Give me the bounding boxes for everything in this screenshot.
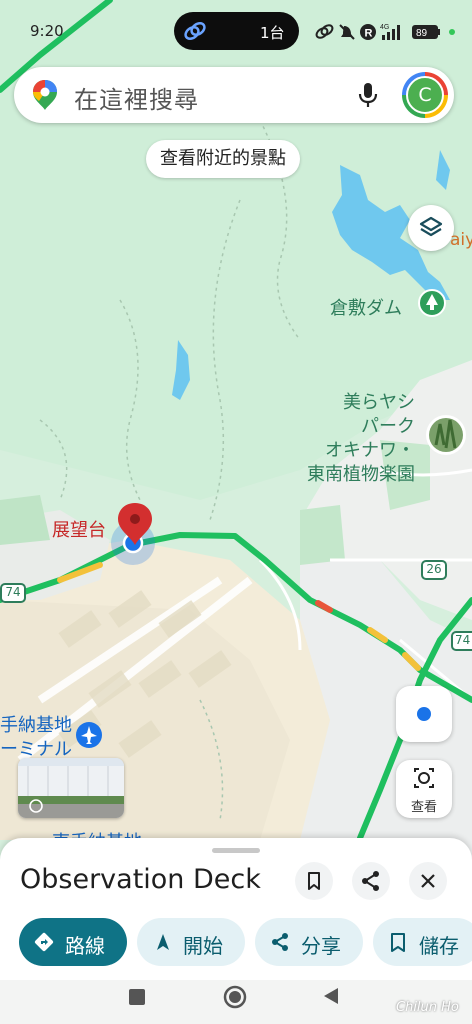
park-line-1: 美らヤシ: [343, 392, 415, 413]
mute-bell-icon: [339, 24, 355, 40]
account-avatar[interactable]: C: [402, 72, 448, 118]
status-time: 9:20: [30, 22, 64, 40]
park-line-2: パーク: [361, 416, 415, 437]
map-label-dam[interactable]: 倉敷ダム: [330, 294, 402, 320]
directions-icon: [34, 932, 54, 952]
nearby-attractions-chip[interactable]: 查看附近的景點: [146, 140, 300, 178]
mic-icon[interactable]: [357, 81, 379, 109]
navigation-arrow-icon: [157, 934, 169, 950]
my-location-icon: [417, 707, 431, 721]
route-shield-74-left: 74: [5, 585, 21, 599]
link-icon: [184, 22, 206, 40]
pin-label[interactable]: 展望台: [52, 516, 106, 542]
bookmark-icon: [308, 872, 320, 890]
save-icon-button[interactable]: [295, 862, 333, 900]
avatar-letter: C: [406, 76, 444, 114]
place-title: Observation Deck: [20, 864, 261, 895]
status-bar: 9:20 1台 R 4G 89: [0, 0, 472, 64]
watermark: Chilun Ho: [396, 1000, 459, 1015]
svg-text:89: 89: [416, 28, 428, 39]
share-icon: [272, 933, 288, 951]
share-icon: [362, 871, 379, 891]
map-label-cutoff: aiy: [450, 230, 472, 250]
lens-label: 查看: [410, 800, 437, 815]
recents-icon[interactable]: [126, 986, 148, 1008]
signal-icon: 4G: [380, 24, 400, 40]
start-button[interactable]: 開始: [137, 918, 245, 966]
map-label-airbase[interactable]: 手納基地 ーミナル: [0, 714, 72, 762]
share-label: 分享: [301, 934, 341, 958]
back-icon[interactable]: [320, 985, 342, 1007]
battery-icon: 89: [412, 25, 440, 39]
close-button[interactable]: [409, 862, 447, 900]
directions-label: 路線: [65, 934, 105, 958]
search-input[interactable]: 在這裡搜尋: [74, 80, 199, 115]
r-badge-icon: R: [360, 24, 376, 40]
svg-text:4G: 4G: [380, 24, 389, 31]
my-location-button[interactable]: [396, 686, 452, 742]
search-bar[interactable]: 在這裡搜尋 C: [14, 67, 454, 123]
street-view-thumbnail[interactable]: [18, 758, 124, 818]
share-button[interactable]: 分享: [255, 918, 363, 966]
camera-lens-icon: [414, 768, 434, 788]
route-shield-74-right: 74: [455, 633, 471, 647]
save-label: 儲存: [419, 934, 459, 958]
drag-handle[interactable]: [212, 848, 260, 853]
lens-button[interactable]: 查看: [396, 760, 452, 818]
dynamic-island[interactable]: 1台: [174, 12, 299, 50]
park-line-3: オキナワ・: [325, 440, 415, 461]
pill-text: 1台: [260, 24, 285, 42]
save-button[interactable]: 儲存: [373, 918, 472, 966]
share-icon-button[interactable]: [352, 862, 390, 900]
start-label: 開始: [183, 934, 223, 958]
map-label-park[interactable]: 美らヤシ パーク オキナワ・ 東南植物楽園: [280, 391, 415, 487]
svg-text:R: R: [365, 28, 373, 40]
park-line-4: 東南植物楽園: [307, 464, 415, 485]
link-status-icon: [315, 24, 334, 39]
street-view-image: [18, 758, 124, 818]
layers-button[interactable]: [408, 205, 454, 251]
close-icon: [421, 874, 435, 888]
privacy-dot-icon: [449, 29, 455, 35]
route-shield-26: 26: [426, 562, 442, 576]
home-icon[interactable]: [222, 984, 248, 1010]
bookmark-icon: [391, 933, 405, 952]
directions-button[interactable]: 路線: [19, 918, 127, 966]
maps-logo-icon: [33, 80, 57, 110]
status-icons: R 4G 89: [315, 24, 455, 40]
layers-icon: [419, 216, 443, 237]
airbase-line-1: 手納基地: [0, 715, 72, 736]
